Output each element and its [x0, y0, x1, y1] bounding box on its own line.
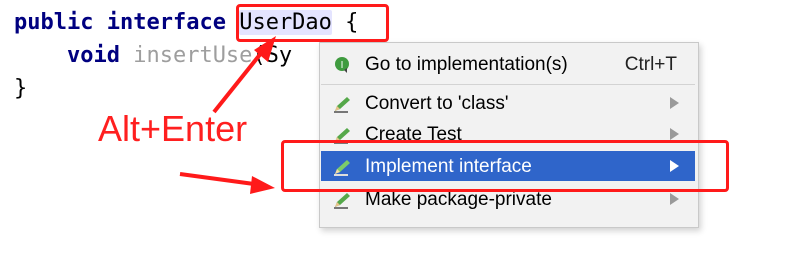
annotation-arrows: [179, 36, 276, 194]
arrow-up-line: [212, 50, 264, 114]
arrow-right-line: [179, 172, 255, 186]
arrow-right-head: [250, 176, 275, 194]
